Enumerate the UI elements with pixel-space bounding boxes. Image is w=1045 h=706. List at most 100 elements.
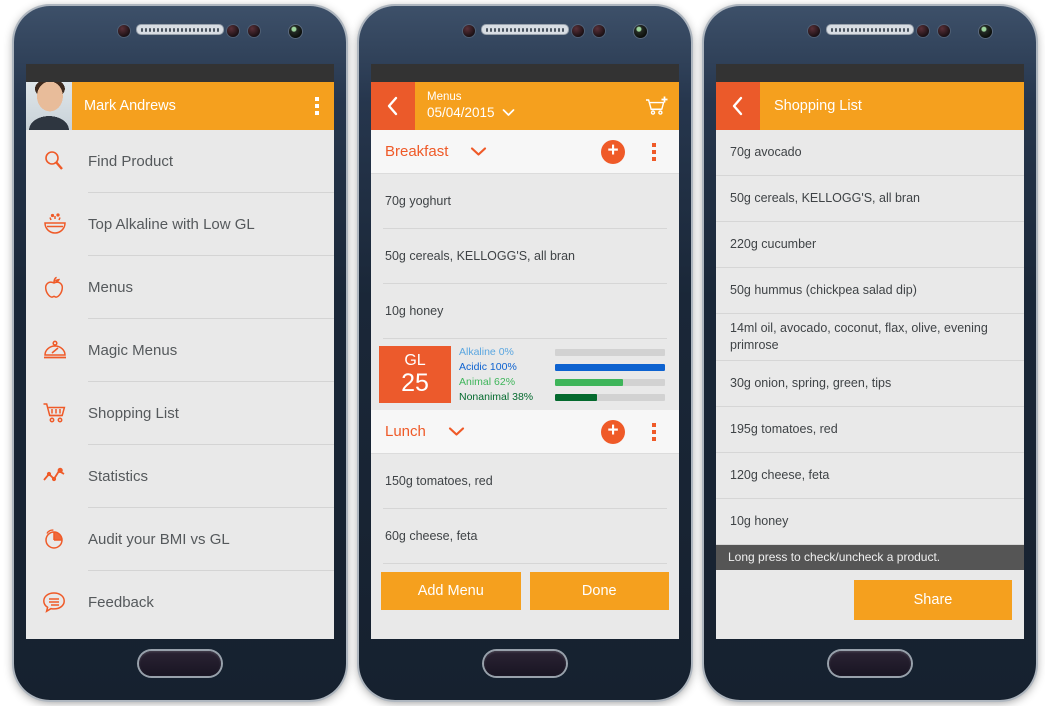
kebab-menu-icon[interactable] [300,82,334,130]
kebab-menu-icon[interactable] [637,422,671,441]
list-item[interactable]: 14ml oil, avocado, coconut, flax, olive,… [716,314,1024,360]
sidebar-item-feedback[interactable]: Feedback [26,571,334,633]
gl-row-track [555,393,665,401]
sidebar-item-top-alkaline[interactable]: Top Alkaline with Low GL [26,193,334,255]
menus-app-bar: Menus 05/04/2015 [371,82,679,130]
cloche-icon [42,338,88,362]
add-to-cart-icon[interactable] [635,82,679,130]
add-icon[interactable]: + [601,419,625,444]
back-arrow-icon[interactable] [716,82,760,130]
screenshot-canvas: Mark Andrews Find Product Top Alkaline w… [0,0,1045,706]
sidebar-item-label: Top Alkaline with Low GL [88,215,255,233]
gl-row-animal: Animal 62% [459,375,669,389]
proximity-sensor-icon [118,25,130,37]
list-item[interactable]: 220g cucumber [716,222,1024,267]
phone2-bottom-bezel [359,637,691,700]
earpiece-speaker-icon [136,24,224,35]
meal-section-header-lunch[interactable]: Lunch + [371,410,679,454]
gl-row-track [555,348,665,356]
sidebar-item-label: Feedback [88,593,154,611]
page-title: Shopping List [774,98,862,114]
gl-row-alkaline: Alkaline 0% [459,345,669,359]
food-item[interactable]: 70g yoghurt [371,174,679,228]
home-button[interactable] [139,651,221,676]
front-camera-icon [289,25,302,38]
gl-value: 25 [401,369,429,397]
share-button[interactable]: Share [854,579,1012,620]
add-menu-button[interactable]: Add Menu [381,572,521,610]
food-item[interactable]: 10g honey [371,284,679,338]
sidebar-item-label: Menus [88,278,134,296]
pie-chart-icon [42,527,88,551]
list-item[interactable]: 120g cheese, feta [716,452,1024,498]
date-selector[interactable]: 05/04/2015 [427,105,635,122]
app-bar-titles: Menus 05/04/2015 [415,82,635,130]
sidebar-item-audit-bmi[interactable]: Audit your BMI vs GL [26,508,334,570]
food-item[interactable]: 60g cheese, feta [371,509,679,563]
sidebar-item-label: Audit your BMI vs GL [88,530,230,548]
kebab-menu-icon[interactable] [637,142,671,161]
front-camera-icon [634,25,647,38]
list-item[interactable]: 10g honey [716,498,1024,544]
front-camera-icon [979,25,992,38]
phone2-screen: Menus 05/04/2015 Breakfast + 70g yoghurt… [371,64,679,639]
gl-label: GL [404,352,426,369]
back-arrow-icon[interactable] [371,82,415,130]
chevron-down-icon[interactable] [448,426,465,437]
phone3-top-bezel [704,6,1036,64]
gl-row-track [555,378,665,386]
light-sensor-icon [917,25,929,37]
sidebar-item-find-product[interactable]: Find Product [26,130,334,192]
list-item[interactable]: 50g hummus (chickpea salad dip) [716,268,1024,313]
proximity-sensor-icon [463,25,475,37]
chevron-down-icon[interactable] [470,146,487,157]
meal-section-header-breakfast[interactable]: Breakfast + [371,130,679,174]
gl-row-label: Alkaline 0% [459,346,514,358]
sidebar-item-menus[interactable]: Menus [26,256,334,318]
list-item[interactable]: 50g cereals, KELLOGG'S, all bran [716,176,1024,221]
list-item[interactable]: 70g avocado [716,130,1024,175]
speech-bubble-icon [42,590,88,614]
drawer-header: Mark Andrews [26,82,334,130]
meal-name: Lunch [385,423,426,440]
shopping-list-app-bar: Shopping List [716,82,1024,130]
phone3-screen: Shopping List 70g avocado 50g cereals, K… [716,64,1024,639]
food-item[interactable]: 150g tomatoes, red [371,454,679,508]
selected-date: 05/04/2015 [427,104,495,120]
meal-name: Breakfast [385,143,449,160]
avatar [26,82,72,130]
gl-row-fill [555,363,665,371]
sidebar-item-label: Magic Menus [88,341,178,359]
light-sensor-icon [572,25,584,37]
done-button[interactable]: Done [529,572,669,610]
home-button[interactable] [829,651,911,676]
phone3-bottom-bezel [704,637,1036,700]
sidebar-item-magic-menus[interactable]: Magic Menus [26,319,334,381]
gl-row-fill [555,378,624,386]
gl-badge: GL 25 [379,346,451,403]
gl-row-track [555,363,665,371]
earpiece-speaker-icon [826,24,914,35]
navigation-drawer: Find Product Top Alkaline with Low GL Me… [26,130,334,639]
phone1-top-bezel [14,6,346,64]
gl-row-fill [555,393,597,401]
page-title: Menus [427,91,462,104]
magnifier-icon [42,149,88,173]
gl-row-nonanimal: Nonanimal 38% [459,390,669,404]
user-name: Mark Andrews [84,98,176,114]
cart-icon [42,401,88,425]
food-item[interactable]: 50g cereals, KELLOGG'S, all bran [371,229,679,283]
gl-row-label: Animal 62% [459,376,516,388]
phone-device-1: Mark Andrews Find Product Top Alkaline w… [14,6,346,700]
sidebar-item-shopping-list[interactable]: Shopping List [26,382,334,444]
sidebar-item-statistics[interactable]: Statistics [26,445,334,507]
bowl-icon [42,212,88,236]
ir-sensor-icon [593,25,605,37]
home-button[interactable] [484,651,566,676]
add-icon[interactable]: + [601,139,625,164]
list-item[interactable]: 195g tomatoes, red [716,406,1024,452]
gl-breakdown-bars: Alkaline 0% Acidic 100% Animal 62% Nonan… [459,345,669,404]
glycemic-load-panel: GL 25 Alkaline 0% Acidic 100% Animal 62%… [371,339,679,410]
list-item[interactable]: 30g onion, spring, green, tips [716,360,1024,406]
ir-sensor-icon [248,25,260,37]
